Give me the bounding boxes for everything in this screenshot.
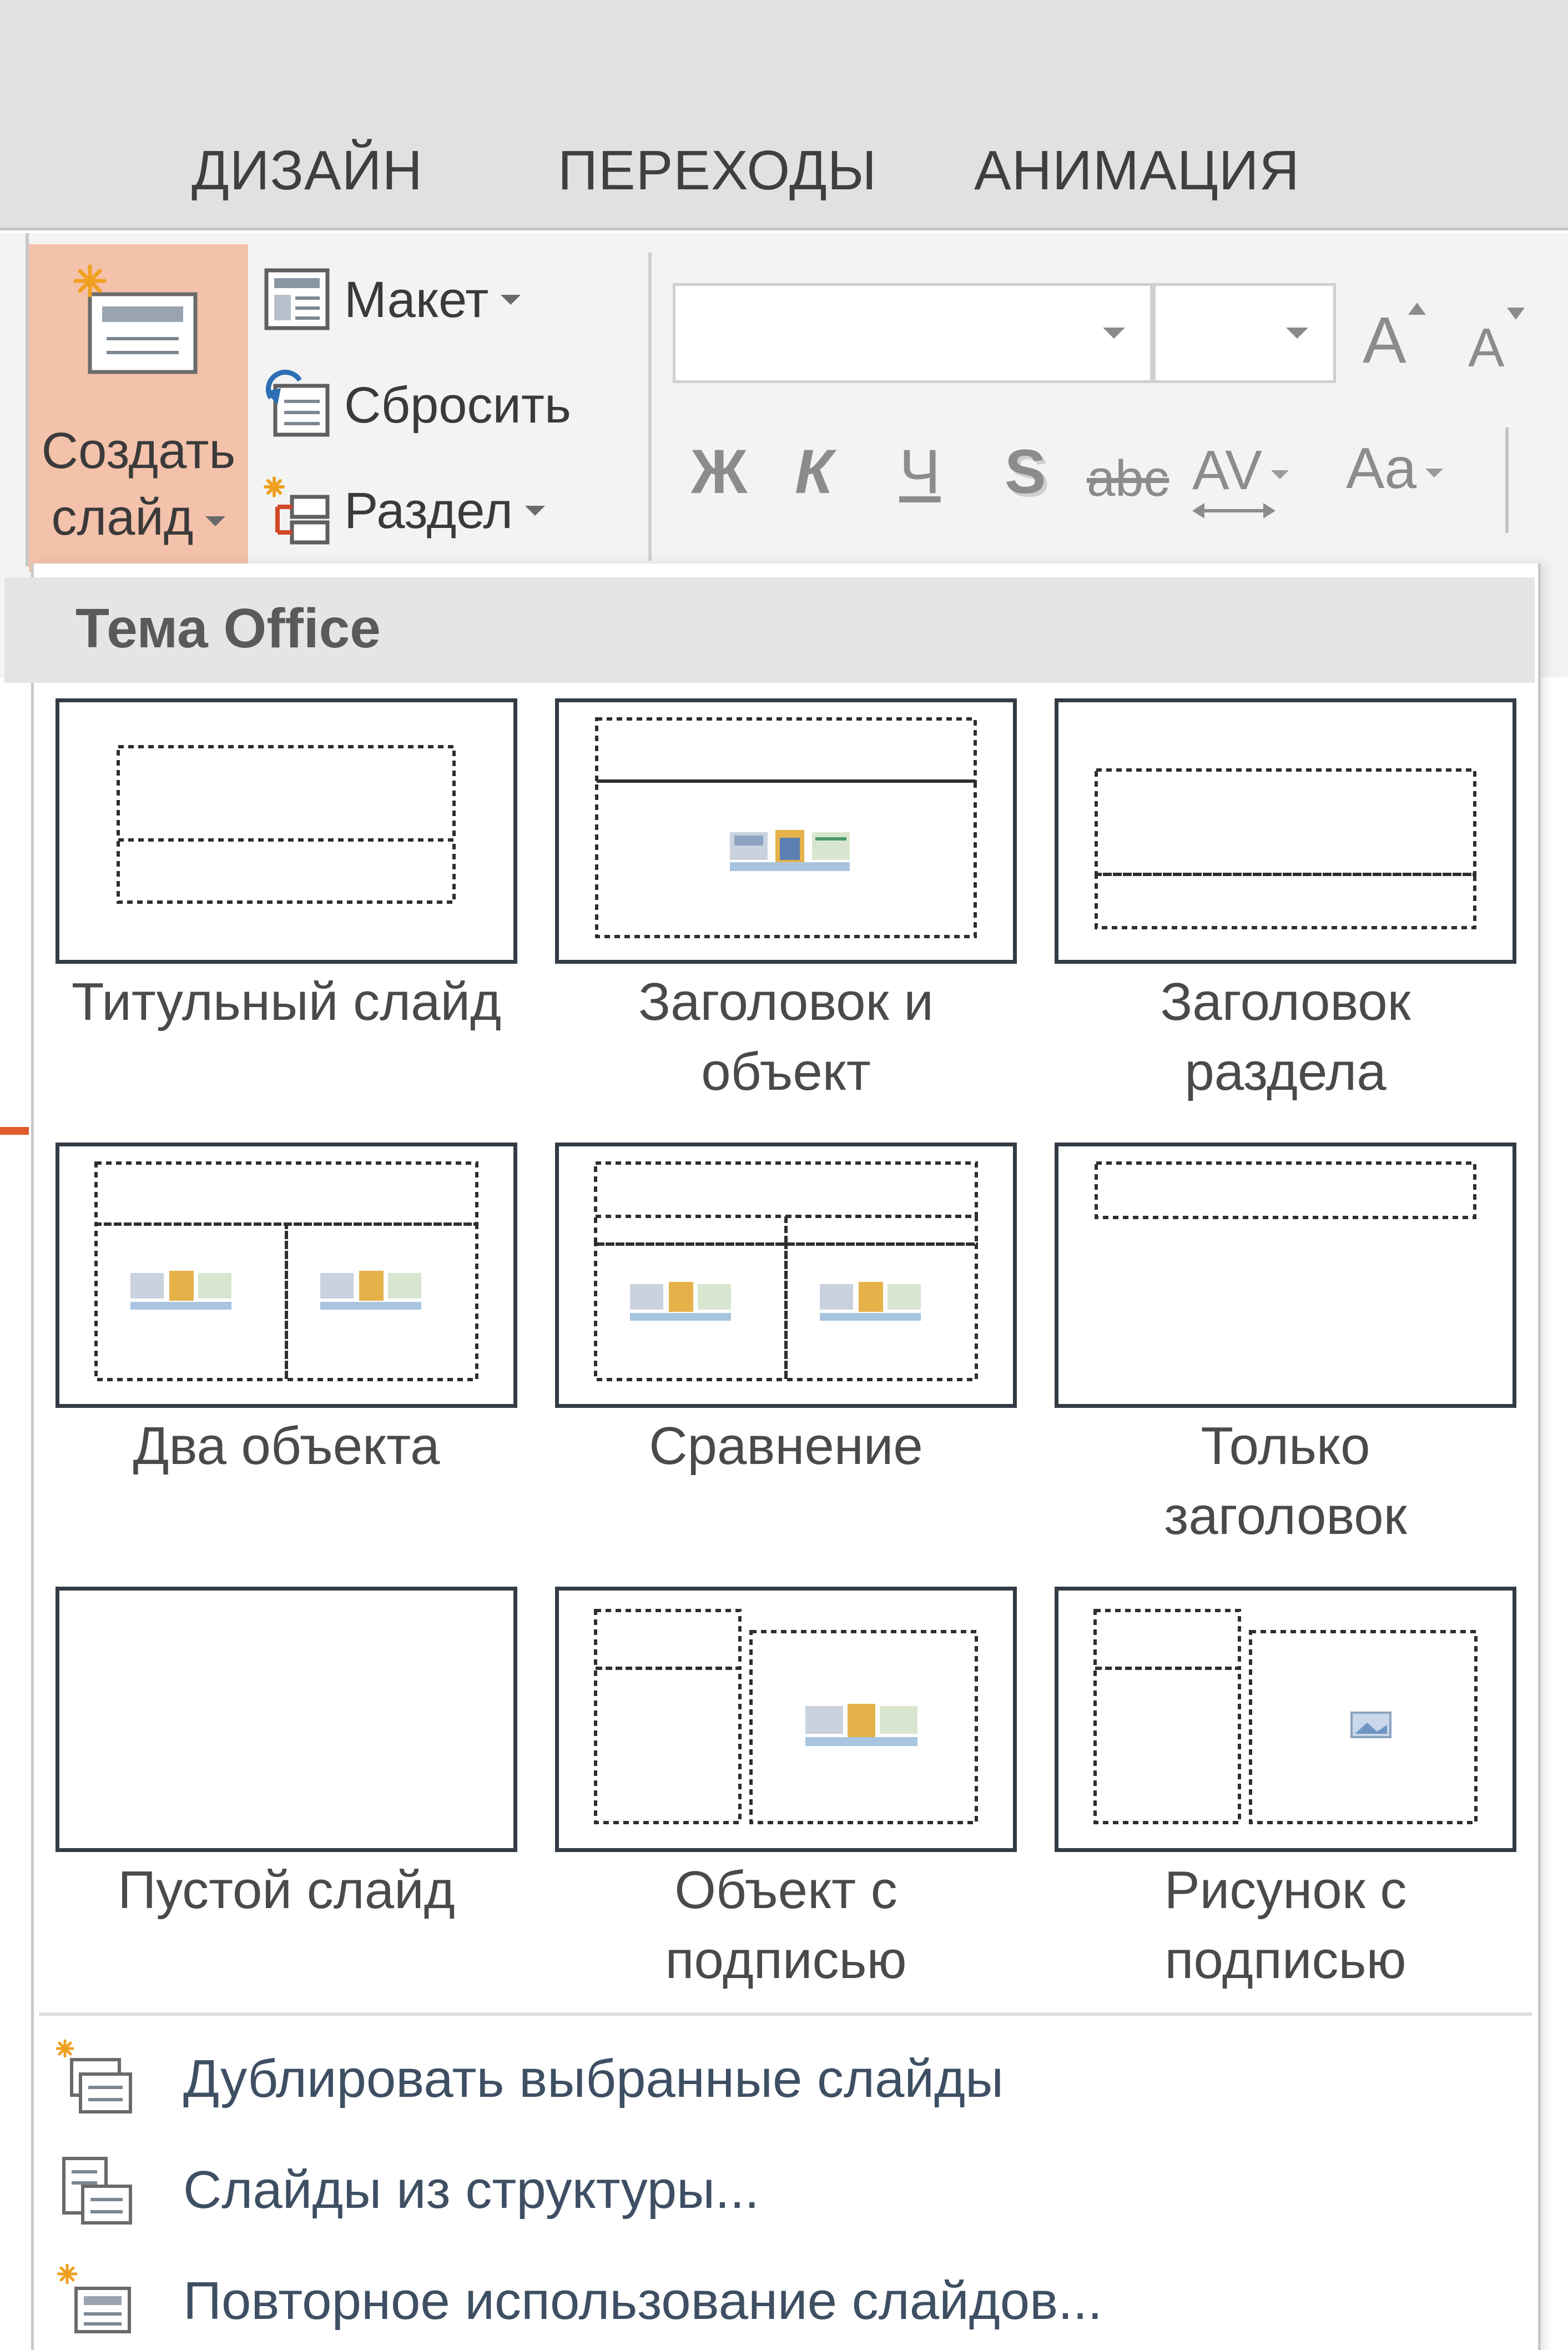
duplicate-slides-icon — [56, 2039, 132, 2114]
layout-caption: Титульный слайд — [71, 972, 502, 1031]
change-case-label: Aa — [1346, 436, 1417, 501]
content-placeholder-icon — [805, 1704, 917, 1746]
layout-thumbnail — [59, 1591, 513, 1848]
layout-button[interactable]: Макет — [261, 258, 521, 341]
character-spacing-label: AV — [1192, 439, 1262, 501]
content-placeholder-icon — [130, 1271, 421, 1310]
chevron-down-icon — [1270, 470, 1289, 479]
tab-transitions[interactable]: ПЕРЕХОДЫ — [558, 139, 877, 203]
layout-caption: Заголовок и объект — [638, 972, 934, 1101]
menu-item-label: Дублировать выбранные слайды — [183, 2049, 1004, 2109]
menu-item-label: Повторное использование слайдов... — [183, 2271, 1103, 2331]
bold-button[interactable]: Ж — [691, 436, 747, 507]
layout-section-header[interactable] — [1055, 698, 1516, 964]
layout-caption: Рисунок с подписью — [1164, 1860, 1407, 1990]
reset-icon — [265, 369, 330, 437]
layout-caption: Объект с подписью — [665, 1860, 907, 1990]
reset-label: Сбросить — [344, 376, 571, 434]
layout-thumbnail — [1095, 768, 1476, 929]
menu-item-label: Слайды из структуры... — [183, 2160, 760, 2220]
menu-separator — [39, 2012, 1532, 2016]
layout-thumbnail — [594, 1609, 978, 1824]
layout-icon — [264, 268, 330, 330]
chevron-down-icon — [525, 506, 546, 516]
spacing-arrows-icon — [1192, 503, 1275, 519]
new-slide-icon — [73, 264, 198, 374]
layout-thumbnail — [1095, 1161, 1476, 1219]
grow-font-button[interactable]: A — [1363, 303, 1426, 378]
reuse-slides-icon — [57, 2263, 131, 2333]
layout-thumbnail — [595, 717, 977, 938]
underline-button[interactable]: Ч — [899, 436, 941, 507]
italic-button[interactable]: К — [795, 436, 833, 507]
layout-caption: Два объекта — [133, 1416, 440, 1476]
layout-picture-with-caption[interactable] — [1055, 1587, 1516, 1852]
layout-label: Макет — [344, 271, 489, 328]
change-case-button[interactable]: Aa — [1346, 436, 1444, 502]
group-separator — [648, 253, 652, 561]
new-slide-label-line1: Создать — [41, 422, 236, 479]
layout-blank[interactable] — [56, 1587, 517, 1852]
new-slide-label-line2: слайд — [29, 489, 248, 547]
menu-slides-from-outline[interactable]: Слайды из структуры... — [53, 2143, 1496, 2237]
menu-duplicate-slides[interactable]: Дублировать выбранные слайды — [53, 2032, 1496, 2126]
shrink-font-label: A — [1468, 317, 1505, 378]
group-separator — [1505, 427, 1509, 533]
content-placeholder-icon — [630, 1282, 921, 1321]
decrease-arrow-icon — [1507, 308, 1525, 320]
section-button[interactable]: Раздел — [261, 469, 546, 552]
tab-design[interactable]: ДИЗАЙН — [191, 139, 423, 203]
chevron-down-icon — [501, 295, 521, 305]
menu-reuse-slides[interactable]: Повторное использование слайдов... — [53, 2254, 1496, 2348]
reset-button[interactable]: Сбросить — [261, 364, 571, 447]
layout-content-with-caption[interactable] — [555, 1587, 1017, 1852]
chevron-down-icon[interactable] — [1103, 328, 1125, 339]
grow-font-label: A — [1363, 304, 1406, 377]
layout-comparison[interactable] — [555, 1143, 1017, 1408]
section-icon — [264, 476, 330, 545]
layout-caption: Сравнение — [649, 1416, 923, 1476]
slides-from-outline-icon — [62, 2157, 132, 2225]
picture-placeholder-icon — [1350, 1712, 1391, 1738]
tab-animation[interactable]: АНИМАЦИЯ — [974, 139, 1300, 203]
layout-thumbnail — [1093, 1609, 1478, 1824]
chevron-down-icon — [205, 516, 226, 526]
character-spacing-button[interactable]: AV — [1192, 439, 1289, 519]
layout-thumbnail — [94, 1161, 478, 1381]
layout-caption: Заголовок раздела — [1160, 972, 1411, 1101]
layout-title-only[interactable] — [1055, 1143, 1516, 1408]
layout-two-content[interactable] — [56, 1143, 517, 1408]
increase-arrow-icon — [1408, 303, 1426, 315]
layout-thumbnail — [594, 1161, 978, 1381]
layout-title-and-content[interactable] — [555, 698, 1017, 964]
layout-caption: Пустой слайд — [118, 1860, 455, 1920]
new-slide-button[interactable]: Создать слайд — [29, 244, 248, 572]
content-placeholder-icon — [730, 830, 850, 871]
section-label: Раздел — [344, 482, 513, 539]
layout-thumbnail — [117, 745, 456, 904]
strikethrough-button[interactable]: abc — [1087, 450, 1169, 508]
gallery-title: Тема Office — [75, 597, 381, 660]
text-shadow-button[interactable]: S — [1005, 436, 1046, 507]
chevron-down-icon[interactable] — [1286, 328, 1308, 339]
font-size-combobox[interactable] — [1153, 283, 1336, 383]
slide-thumbnail-marker — [0, 1127, 29, 1135]
shrink-font-button[interactable]: A — [1468, 308, 1525, 379]
font-name-combobox[interactable] — [673, 283, 1153, 383]
layout-caption: Только заголовок — [1164, 1416, 1407, 1546]
layout-title-slide[interactable] — [56, 698, 517, 964]
chevron-down-icon — [1425, 468, 1444, 477]
